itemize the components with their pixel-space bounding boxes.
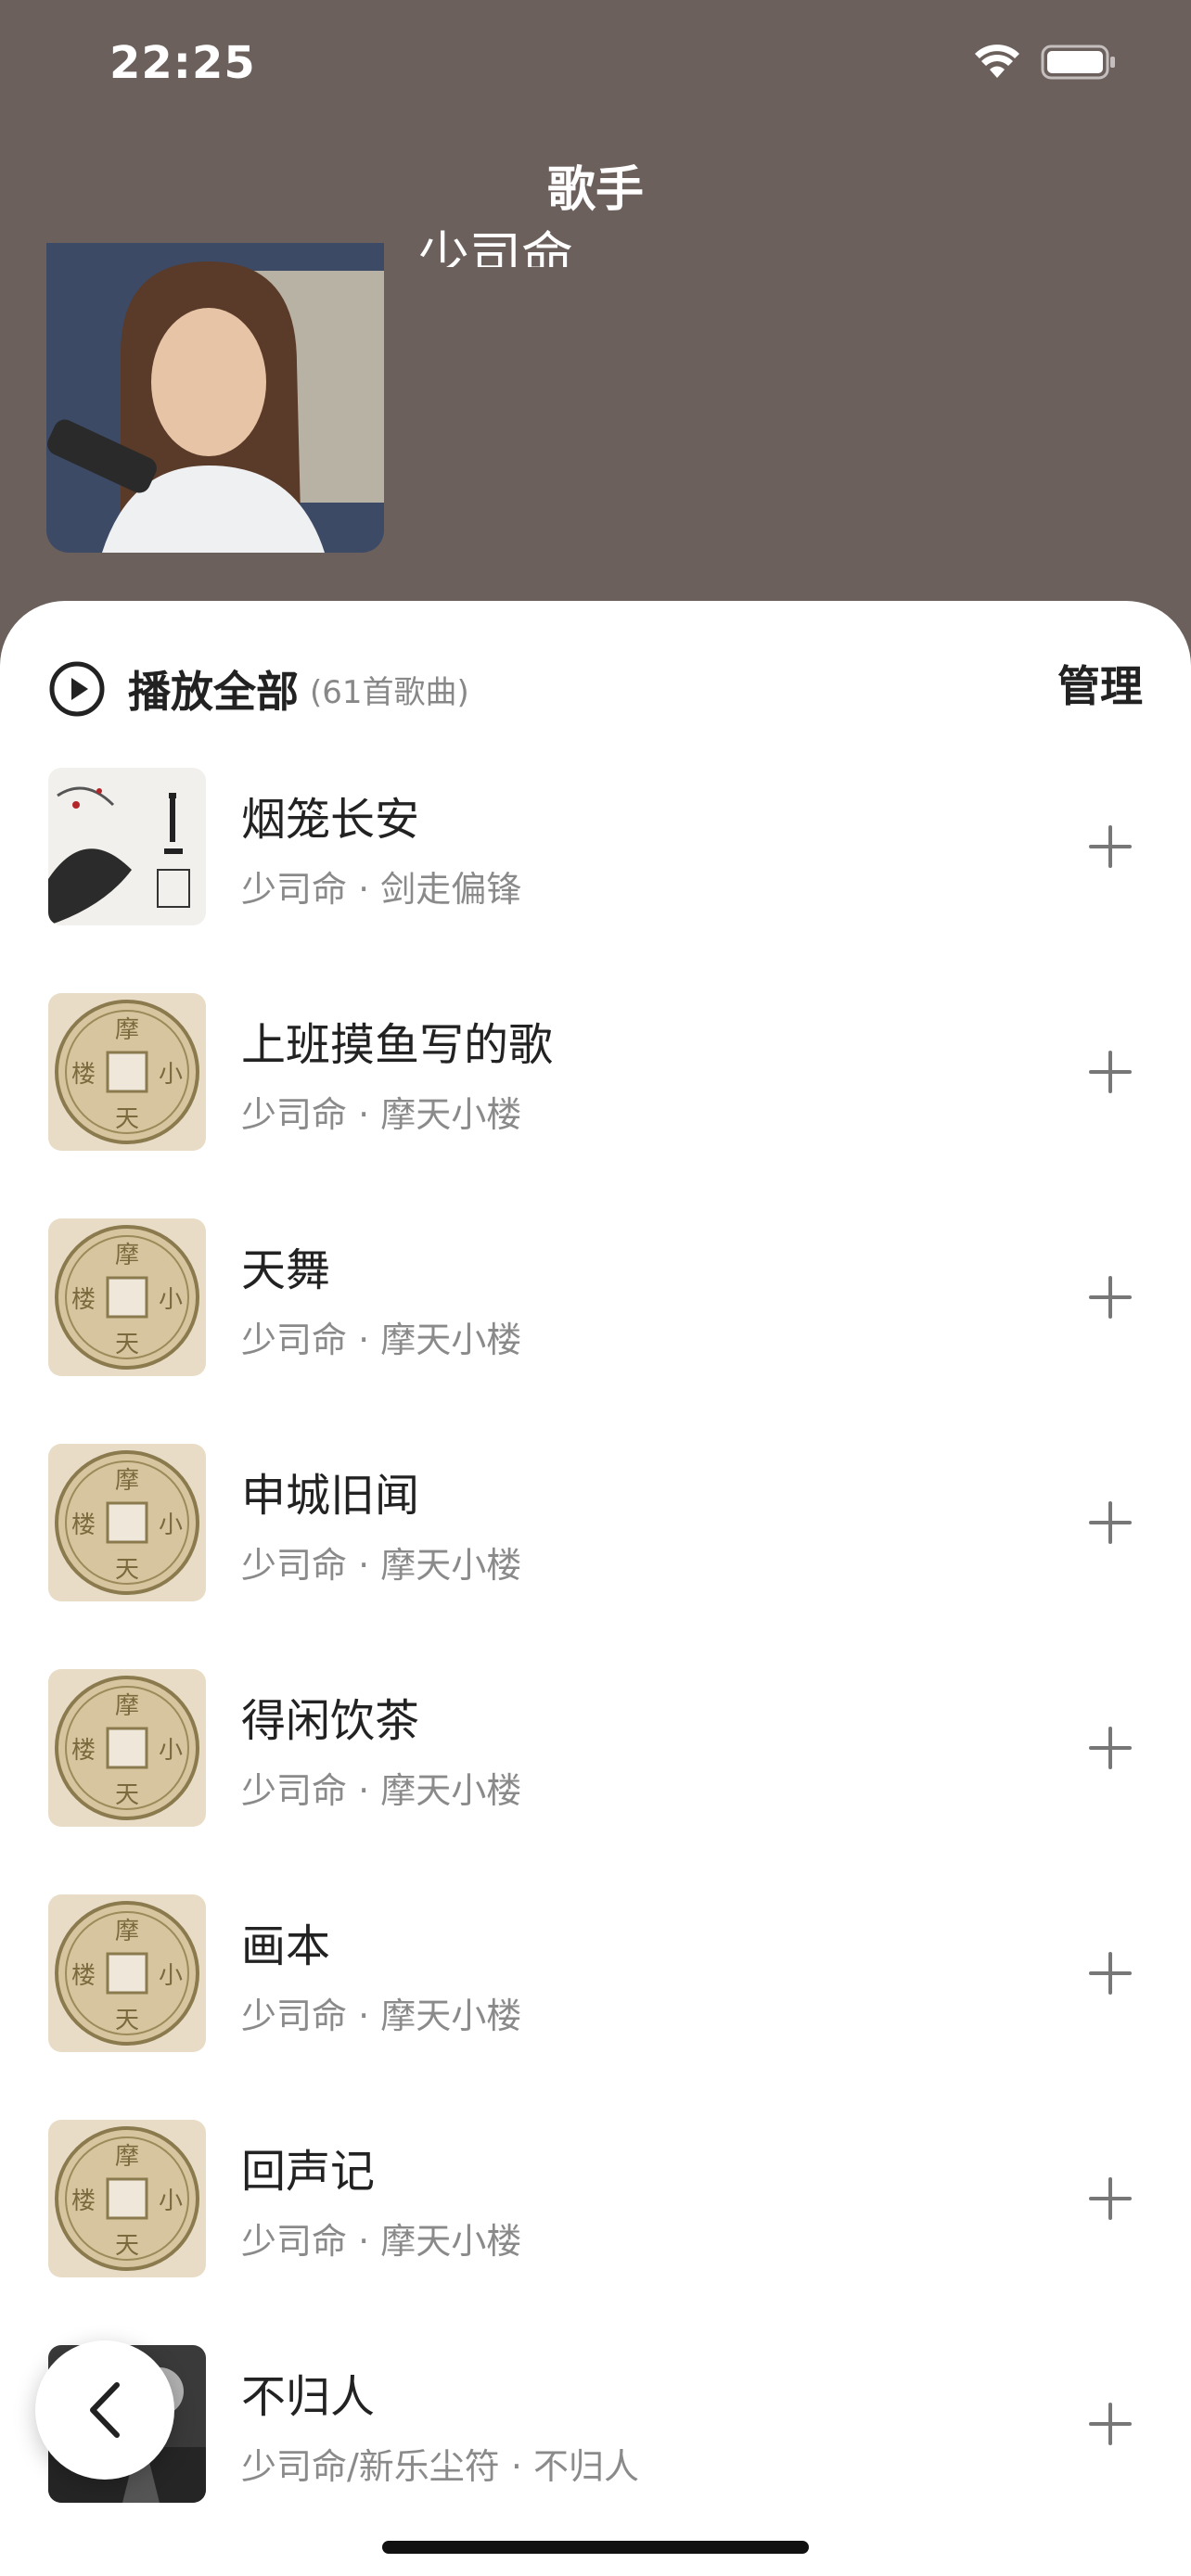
song-row[interactable]: 摩天楼 小 画本 少司命 · 摩天小楼 (0, 1894, 1191, 2120)
svg-text:小: 小 (159, 2187, 183, 2215)
svg-text:摩: 摩 (115, 1918, 139, 1945)
song-title: 烟笼长安 (241, 794, 420, 846)
song-subtitle: 少司命 · 剑走偏锋 (241, 869, 522, 910)
svg-text:天: 天 (115, 2232, 139, 2260)
home-indicator (382, 2541, 809, 2554)
song-subtitle: 少司命 · 摩天小楼 (241, 1996, 522, 2036)
song-count: (61首歌曲) (310, 673, 469, 711)
back-button[interactable] (35, 2340, 174, 2480)
song-subtitle: 少司命 · 摩天小楼 (241, 1320, 522, 1360)
add-icon[interactable] (1078, 1715, 1143, 1780)
song-cover: 摩天楼 小 (48, 2120, 206, 2277)
svg-text:楼: 楼 (71, 1286, 96, 1314)
battery-icon (1041, 45, 1117, 80)
add-icon[interactable] (1078, 1941, 1143, 2006)
add-icon[interactable] (1078, 1265, 1143, 1330)
status-icons (974, 45, 1117, 80)
add-icon[interactable] (1078, 2166, 1143, 2231)
add-icon[interactable] (1078, 2391, 1143, 2456)
svg-text:天: 天 (115, 1556, 139, 1584)
svg-text:摩: 摩 (115, 1016, 139, 1044)
song-subtitle: 少司命 · 摩天小楼 (241, 2221, 522, 2262)
artist-photo (46, 243, 384, 553)
song-row[interactable]: 摩天楼 小 回声记 少司命 · 摩天小楼 (0, 2120, 1191, 2345)
svg-text:天: 天 (115, 2007, 139, 2034)
song-title: 申城旧闻 (241, 1470, 420, 1522)
song-title: 得闲饮茶 (241, 1695, 420, 1747)
svg-text:楼: 楼 (71, 1737, 96, 1765)
svg-text:小: 小 (159, 1286, 183, 1314)
song-title: 回声记 (241, 2146, 376, 2198)
status-bar: 22:25 (0, 0, 1191, 130)
svg-text:楼: 楼 (71, 1511, 96, 1539)
song-cover: 摩天楼 小 (48, 1669, 206, 1827)
song-cover (48, 768, 206, 925)
play-all-label: 播放全部 (128, 667, 299, 717)
song-subtitle: 少司命/新乐尘符 · 不归人 (241, 2446, 640, 2487)
svg-text:小: 小 (159, 1061, 183, 1089)
song-list-sheet: 播放全部 (61首歌曲) 管理 烟笼长安 少司命 · 剑走偏锋 摩天楼小 上班摸… (0, 601, 1191, 2576)
song-row[interactable]: 烟笼长安 少司命 · 剑走偏锋 (0, 768, 1191, 993)
add-icon[interactable] (1078, 814, 1143, 879)
song-row[interactable]: 摩天楼 小 上班摸鱼写的歌 少司命 · 摩天小楼 (0, 993, 1191, 1218)
svg-text:天: 天 (115, 1331, 139, 1358)
svg-text:小: 小 (159, 1737, 183, 1765)
manage-button[interactable]: 管理 (1057, 653, 1143, 714)
svg-text:摩: 摩 (115, 1467, 139, 1495)
song-cover: 摩天楼 小 (48, 993, 206, 1151)
song-cover: 摩天楼 小 (48, 1218, 206, 1376)
play-all-row: 播放全部 (61首歌曲) 管理 (0, 638, 1191, 731)
song-title: 上班摸鱼写的歌 (241, 1019, 554, 1071)
song-title: 天舞 (241, 1244, 331, 1296)
play-all-button[interactable]: 播放全部 (61首歌曲) (48, 658, 469, 720)
svg-text:楼: 楼 (71, 1061, 96, 1089)
song-title: 画本 (241, 1920, 331, 1972)
svg-text:楼: 楼 (71, 2187, 96, 2215)
chevron-left-icon (90, 2382, 120, 2438)
song-row[interactable]: 摩天楼 小 天舞 少司命 · 摩天小楼 (0, 1218, 1191, 1444)
song-title: 不归人 (241, 2371, 376, 2423)
status-time: 22:25 (109, 37, 256, 89)
song-subtitle: 少司命 · 摩天小楼 (241, 1770, 522, 1811)
song-row[interactable]: 不归人 少司命/新乐尘符 · 不归人 (0, 2345, 1191, 2570)
add-icon[interactable] (1078, 1039, 1143, 1104)
song-list: 烟笼长安 少司命 · 剑走偏锋 摩天楼小 上班摸鱼写的歌 少司命 · 摩天小楼 … (0, 768, 1191, 2570)
svg-text:摩: 摩 (115, 1242, 139, 1269)
song-cover: 摩天楼 小 (48, 1444, 206, 1601)
wifi-icon (974, 45, 1020, 80)
song-subtitle: 少司命 · 摩天小楼 (241, 1545, 522, 1586)
song-subtitle: 少司命 · 摩天小楼 (241, 1094, 522, 1135)
svg-text:摩: 摩 (115, 1692, 139, 1720)
page-title: 歌手 (546, 162, 644, 218)
artist-name: 少司命 (417, 227, 573, 267)
song-row[interactable]: 摩天楼 小 申城旧闻 少司命 · 摩天小楼 (0, 1444, 1191, 1669)
svg-text:小: 小 (159, 1962, 183, 1990)
svg-text:小: 小 (159, 1511, 183, 1539)
svg-text:摩: 摩 (115, 2143, 139, 2171)
song-cover: 摩天楼 小 (48, 1894, 206, 2052)
play-icon (49, 661, 105, 717)
add-icon[interactable] (1078, 1490, 1143, 1555)
svg-text:楼: 楼 (71, 1962, 96, 1990)
svg-text:天: 天 (115, 1781, 139, 1809)
song-row[interactable]: 摩天楼 小 得闲饮茶 少司命 · 摩天小楼 (0, 1669, 1191, 1894)
svg-text:天: 天 (115, 1105, 139, 1133)
